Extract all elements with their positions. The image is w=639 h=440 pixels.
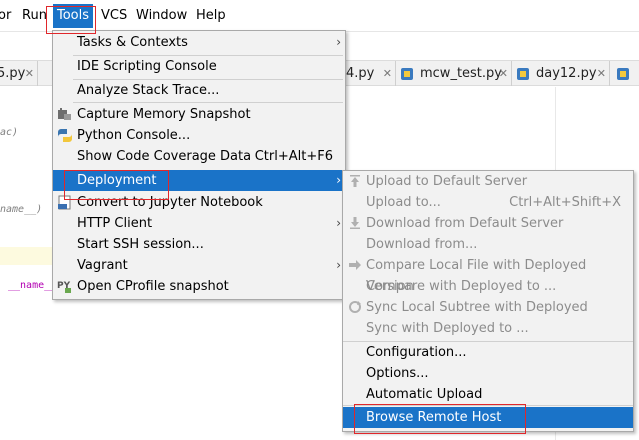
menu-item-compare-local[interactable]: Compare Local File with Deployed Version [343, 255, 633, 294]
tab-label: mcw_test.py [420, 66, 502, 81]
menu-item-download-from[interactable]: Download from... [343, 234, 633, 255]
chevron-right-icon: › [336, 258, 341, 272]
menu-item-label: Tasks & Contexts [77, 35, 188, 50]
menu-code-partial[interactable]: or [0, 4, 15, 28]
menu-item-show-code-coverage[interactable]: Show Code Coverage Data Ctrl+Alt+F6 [53, 146, 345, 167]
annotation-box-deployment [64, 170, 169, 200]
python-file-icon [517, 68, 529, 80]
menu-item-label: Show Code Coverage Data [77, 149, 252, 164]
menu-item-label: Compare with Deployed to ... [366, 279, 557, 294]
tab-mcw-test-py[interactable]: mcw_test.py ✕ [396, 61, 510, 86]
close-icon[interactable]: ✕ [25, 61, 34, 86]
cprofile-icon: PY [57, 281, 71, 293]
tab-5-py[interactable]: 5.py ✕ [0, 61, 36, 86]
download-icon [350, 217, 360, 229]
menu-vcs[interactable]: VCS [97, 4, 131, 28]
menu-item-label: Options... [366, 366, 429, 381]
menu-item-tasks-contexts[interactable]: Tasks & Contexts › [53, 32, 345, 53]
menu-item-label: Download from Default Server [366, 216, 564, 231]
menu-item-sync-with[interactable]: Sync with Deployed to ... [343, 318, 633, 339]
menu-item-download-default[interactable]: Download from Default Server [343, 213, 633, 234]
annotation-box-tools [46, 6, 96, 34]
menu-item-shortcut: Ctrl+Alt+Shift+X [509, 195, 621, 210]
compare-icon [349, 260, 361, 270]
menu-item-label: Analyze Stack Trace... [77, 83, 220, 98]
menu-item-label: Open CProfile snapshot [77, 279, 229, 294]
sync-icon [349, 301, 361, 313]
code-fragment: name__) [0, 204, 43, 215]
code-fragment: ac) [0, 127, 19, 138]
menu-help[interactable]: Help [192, 4, 230, 28]
menu-item-label: Capture Memory Snapshot [77, 107, 251, 122]
menu-item-label: Automatic Upload [366, 387, 483, 402]
close-icon[interactable]: ✕ [597, 61, 606, 86]
menu-item-label: Download from... [366, 237, 478, 252]
menu-item-label: Vagrant [77, 258, 128, 273]
chevron-right-icon: › [336, 173, 341, 187]
menu-item-label: Start SSH session... [77, 237, 204, 252]
tab-label: 5.py [0, 66, 26, 81]
menu-item-start-ssh[interactable]: Start SSH session... [53, 234, 345, 255]
chevron-right-icon: › [336, 216, 341, 230]
menu-item-options[interactable]: Options... [343, 363, 633, 384]
menu-item-http-client[interactable]: HTTP Client › [53, 213, 345, 234]
menu-item-capture-memory-snapshot[interactable]: Capture Memory Snapshot [53, 104, 345, 125]
tab-label: day12.py [536, 66, 597, 81]
upload-icon [350, 175, 360, 187]
menu-item-label: Configuration... [366, 345, 467, 360]
close-icon[interactable]: ✕ [383, 61, 392, 86]
menu-item-python-console[interactable]: Python Console... [53, 125, 345, 146]
python-icon [58, 129, 72, 142]
menu-item-label: Python Console... [77, 128, 191, 143]
tab-divider [609, 61, 610, 86]
close-icon[interactable]: ✕ [499, 61, 508, 86]
code-fragment: __name__ [8, 280, 57, 291]
tab-4-py[interactable]: 4.py ✕ [342, 61, 394, 86]
deployment-submenu: Upload to Default Server Upload to... Ct… [342, 170, 634, 432]
menu-item-shortcut: Ctrl+Alt+F6 [254, 149, 333, 164]
python-file-icon [617, 68, 629, 80]
menu-item-open-cprofile[interactable]: PY Open CProfile snapshot [53, 276, 345, 297]
tab-partial[interactable] [612, 61, 639, 86]
chevron-right-icon: › [336, 35, 341, 49]
menu-item-label: Upload to Default Server [366, 174, 528, 189]
menu-item-label: HTTP Client [77, 216, 153, 231]
menu-item-automatic-upload[interactable]: Automatic Upload [343, 384, 633, 405]
menu-item-ide-scripting-console[interactable]: IDE Scripting Console [53, 56, 345, 77]
menu-item-upload-to[interactable]: Upload to... Ctrl+Alt+Shift+X [343, 192, 633, 213]
menu-item-label: Sync with Deployed to ... [366, 321, 529, 336]
tab-divider [37, 61, 38, 86]
tools-menu: Tasks & Contexts › IDE Scripting Console… [52, 30, 346, 300]
menu-item-sync-local[interactable]: Sync Local Subtree with Deployed [343, 297, 633, 318]
menu-item-vagrant[interactable]: Vagrant › [53, 255, 345, 276]
menu-item-upload-default[interactable]: Upload to Default Server [343, 171, 633, 192]
python-file-icon [401, 68, 413, 80]
menu-item-label: IDE Scripting Console [77, 59, 217, 74]
menu-item-analyze-stack-trace[interactable]: Analyze Stack Trace... [53, 80, 345, 101]
menu-separator [73, 102, 343, 103]
menu-item-compare-with[interactable]: Compare with Deployed to ... [343, 276, 633, 297]
memory-snapshot-icon [58, 108, 71, 120]
annotation-box-browse-remote-host [354, 404, 526, 434]
menu-item-configuration[interactable]: Configuration... [343, 342, 633, 363]
tab-label: 4.py [346, 66, 375, 81]
current-line-highlight [0, 247, 52, 265]
menu-item-label: Sync Local Subtree with Deployed [366, 300, 588, 315]
menu-item-label: Upload to... [366, 195, 441, 210]
tab-day12-py[interactable]: day12.py ✕ [512, 61, 608, 86]
menu-window[interactable]: Window [132, 4, 191, 28]
